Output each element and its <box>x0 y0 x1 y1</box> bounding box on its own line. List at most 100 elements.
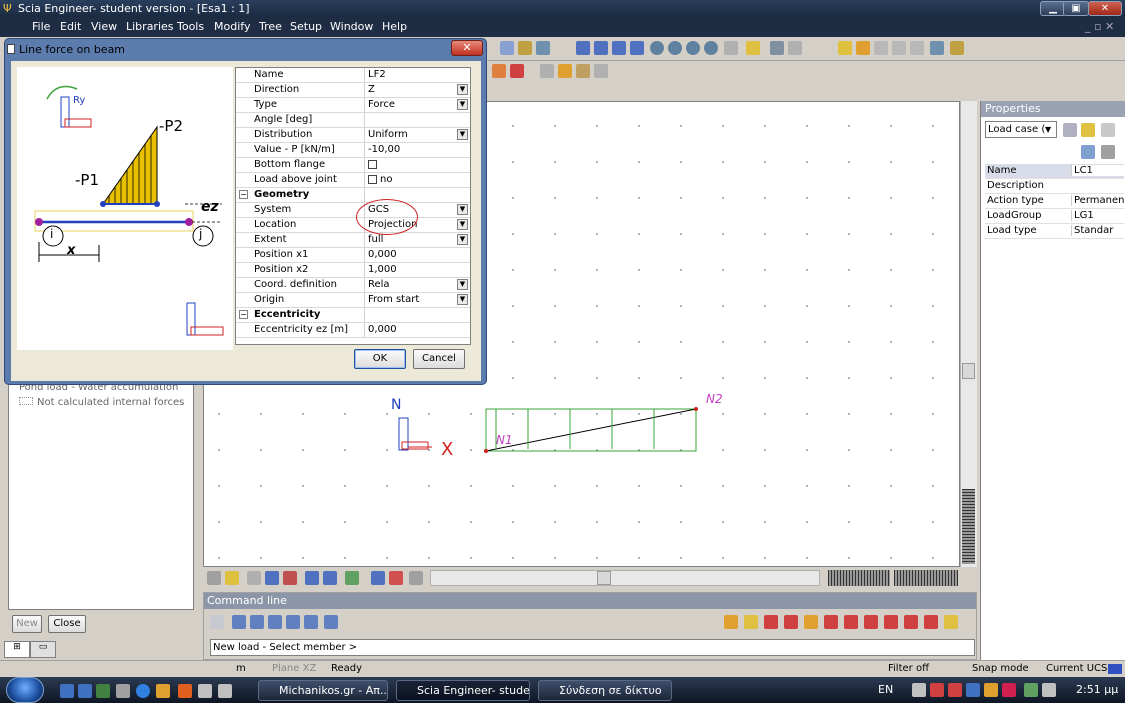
view-tool-icon[interactable] <box>247 571 261 585</box>
menu-tree[interactable]: Tree <box>259 20 282 33</box>
funnel-icon[interactable] <box>1081 123 1095 137</box>
zoom-icon[interactable] <box>668 41 682 55</box>
name-field[interactable]: LF2 <box>364 68 470 82</box>
quicklaunch-icon[interactable] <box>78 684 92 698</box>
command-input[interactable]: New load - Select member > <box>210 639 975 656</box>
snap-icon[interactable] <box>844 615 858 629</box>
view-icon[interactable] <box>930 41 944 55</box>
tray-icon[interactable] <box>1024 683 1038 697</box>
chevron-down-icon[interactable]: ▼ <box>457 204 468 215</box>
cmd-tool-icon[interactable] <box>324 615 338 629</box>
view-tool-icon[interactable] <box>345 571 359 585</box>
chevron-down-icon[interactable]: ▼ <box>457 129 468 140</box>
quicklaunch-icon[interactable] <box>116 684 130 698</box>
snap-icon[interactable] <box>784 615 798 629</box>
language-indicator[interactable]: EN <box>878 683 893 696</box>
tool-icon[interactable] <box>536 41 550 55</box>
menu-view[interactable]: View <box>91 20 117 33</box>
tool-icon[interactable] <box>612 41 626 55</box>
row-load-above-joint[interactable]: Load above joint no <box>236 173 470 188</box>
panel-tab-tree[interactable]: ⊞ <box>4 641 30 658</box>
chevron-down-icon[interactable]: ▼ <box>457 99 468 110</box>
menu-help[interactable]: Help <box>382 20 407 33</box>
mdi-controls[interactable]: _ ▫ ✕ <box>1085 20 1114 33</box>
row-name[interactable]: Name LF2 <box>236 68 470 83</box>
quicklaunch-icon[interactable] <box>198 684 212 698</box>
cmd-tool-icon[interactable] <box>232 615 246 629</box>
tool-icon[interactable] <box>746 41 760 55</box>
snap-icon[interactable] <box>744 615 758 629</box>
ok-button[interactable]: OK <box>354 349 406 369</box>
chevron-down-icon[interactable]: ▼ <box>457 84 468 95</box>
row-extent[interactable]: Extent full ▼ <box>236 233 470 248</box>
row-distribution[interactable]: Distribution Uniform ▼ <box>236 128 470 143</box>
view-icon[interactable] <box>892 41 906 55</box>
row-position-x1[interactable]: Position x1 0,000 <box>236 248 470 263</box>
tray-icon[interactable] <box>1002 683 1016 697</box>
snap-icon[interactable] <box>864 615 878 629</box>
quicklaunch-icon[interactable] <box>218 684 232 698</box>
menu-setup[interactable]: Setup <box>290 20 322 33</box>
row-location[interactable]: Location Projection ▼ <box>236 218 470 233</box>
tool-icon[interactable] <box>518 41 532 55</box>
chevron-down-icon[interactable]: ▼ <box>457 219 468 230</box>
row-origin[interactable]: Origin From start ▼ <box>236 293 470 308</box>
panel-tab-props[interactable]: ▭ <box>30 641 56 658</box>
tray-icon[interactable] <box>984 683 998 697</box>
tool-icon[interactable] <box>788 41 802 55</box>
cmd-tool-icon[interactable] <box>250 615 264 629</box>
close-window-button[interactable]: ✕ <box>1088 1 1122 16</box>
cancel-button[interactable]: Cancel <box>413 349 465 369</box>
view-icon[interactable] <box>856 41 870 55</box>
origin-select[interactable]: From start ▼ <box>364 293 470 307</box>
quicklaunch-icon[interactable] <box>178 684 192 698</box>
row-bottom-flange[interactable]: Bottom flange <box>236 158 470 173</box>
tool-icon[interactable] <box>540 64 554 78</box>
view-icon[interactable] <box>838 41 852 55</box>
eccentricity-ez-field[interactable]: 0,000 <box>364 323 470 337</box>
quicklaunch-icon[interactable] <box>60 684 74 698</box>
distribution-select[interactable]: Uniform ▼ <box>364 128 470 142</box>
scroll-thumb[interactable] <box>597 571 611 585</box>
snap-icon[interactable] <box>884 615 898 629</box>
row-eccentricity-ez[interactable]: Eccentricity ez [m] 0,000 <box>236 323 470 338</box>
menu-edit[interactable]: Edit <box>60 20 81 33</box>
view-tool-icon[interactable] <box>323 571 337 585</box>
type-select[interactable]: Force ▼ <box>364 98 470 112</box>
menu-file[interactable]: File <box>32 20 50 33</box>
task-browser[interactable]: Michanikos.gr - Απ... <box>258 680 388 701</box>
tool-icon[interactable] <box>724 41 738 55</box>
row-value-p[interactable]: Value - P [kN/m] -10,00 <box>236 143 470 158</box>
view-tool-icon[interactable] <box>371 571 385 585</box>
section-eccentricity[interactable]: − Eccentricity <box>236 308 470 323</box>
view-tool-icon[interactable] <box>225 571 239 585</box>
snap-icon[interactable] <box>724 615 738 629</box>
snap-icon[interactable] <box>944 615 958 629</box>
start-button[interactable] <box>6 677 44 703</box>
angle-field[interactable] <box>364 113 470 127</box>
status-ucs[interactable]: Current UCS <box>1046 663 1107 674</box>
snap-icon[interactable] <box>824 615 838 629</box>
position-x2-field[interactable]: 1,000 <box>364 263 470 277</box>
load-above-joint-checkbox[interactable] <box>368 174 377 184</box>
view-icon[interactable] <box>950 41 964 55</box>
browser-icon[interactable] <box>136 684 150 698</box>
view-tool-icon[interactable] <box>265 571 279 585</box>
position-x1-field[interactable]: 0,000 <box>364 248 470 262</box>
row-angle[interactable]: Angle [deg] <box>236 113 470 128</box>
cmd-tool-icon[interactable] <box>268 615 282 629</box>
cmd-tool-icon[interactable] <box>210 615 224 629</box>
tray-icon[interactable] <box>1042 683 1056 697</box>
status-snap[interactable]: Snap mode <box>972 663 1029 674</box>
prop-row-loadgroup[interactable]: LoadGroup LG1 <box>985 209 1124 224</box>
render-icon[interactable] <box>1101 145 1115 159</box>
coord-definition-select[interactable]: Rela ▼ <box>364 278 470 292</box>
section-geometry[interactable]: − Geometry <box>236 188 470 203</box>
close-button[interactable]: Close <box>48 615 86 633</box>
row-coord-definition[interactable]: Coord. definition Rela ▼ <box>236 278 470 293</box>
chevron-down-icon[interactable]: ▼ <box>457 294 468 305</box>
view-tool-icon[interactable] <box>409 571 423 585</box>
zoom-icon[interactable] <box>704 41 718 55</box>
dialog-close-button[interactable]: ✕ <box>451 40 483 56</box>
canvas-vertical-scrollbar[interactable] <box>960 101 977 567</box>
